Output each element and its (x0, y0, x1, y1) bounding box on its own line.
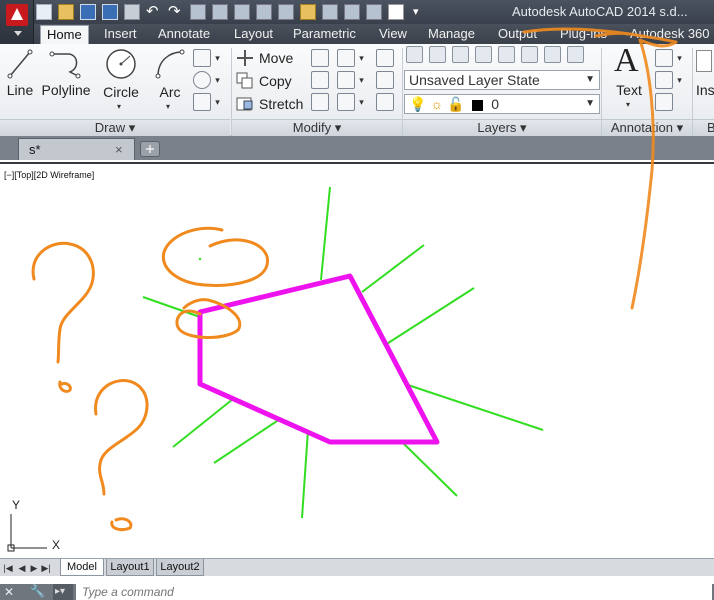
tab-layout1[interactable]: Layout1 (106, 559, 154, 576)
next-layout-icon[interactable]: ▶ (28, 561, 40, 575)
green-line (301, 429, 309, 519)
command-input[interactable] (76, 584, 712, 600)
ucs-y-label: Y (12, 498, 21, 512)
first-layout-icon[interactable]: |◀ (2, 561, 14, 575)
question-mark-dot-annotation (110, 517, 133, 532)
green-line (401, 441, 458, 497)
tab-model[interactable]: Model (60, 559, 104, 576)
question-mark-annotation (94, 379, 149, 496)
last-layout-icon[interactable]: ▶| (40, 561, 52, 575)
ucs-x-label: X (52, 538, 61, 552)
command-history-icon[interactable]: ▸▾ (53, 584, 73, 600)
arrow-annotation (522, 27, 678, 310)
wrench-icon[interactable]: 🔧 (30, 584, 45, 598)
previous-layout-icon[interactable]: ◀ (16, 561, 28, 575)
green-line (172, 398, 234, 448)
arrow-annotation (594, 31, 630, 38)
question-mark-dot-annotation (58, 380, 72, 393)
green-line (213, 418, 281, 464)
command-line: ✕ 🔧 ▸▾ (0, 584, 714, 600)
layout-tab-bar: |◀ ◀ ▶ ▶| Model Layout1 Layout2 (0, 558, 714, 576)
overlay-annotation (522, 27, 678, 310)
tab-layout2[interactable]: Layout2 (156, 559, 204, 576)
close-icon[interactable]: ✕ (4, 585, 14, 599)
